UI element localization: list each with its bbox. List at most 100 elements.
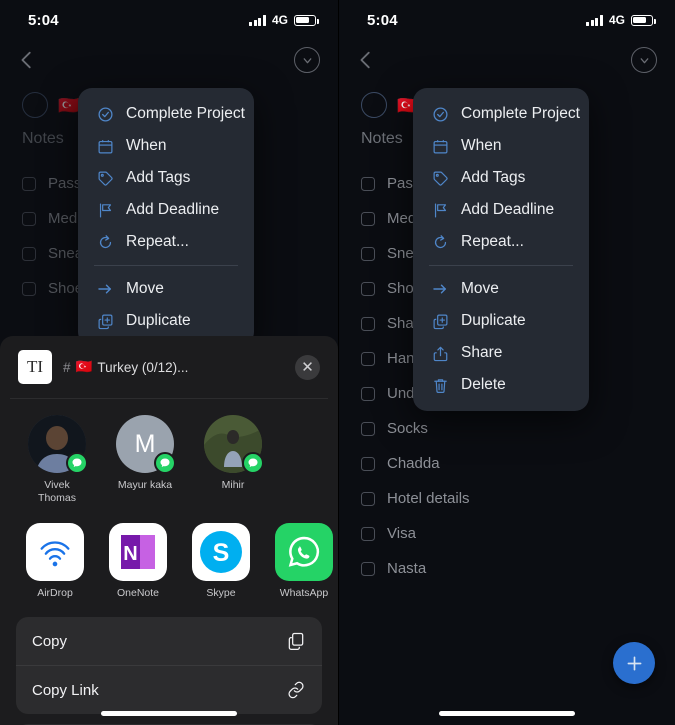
menu-item-label: Move bbox=[126, 280, 164, 297]
message-icon bbox=[242, 452, 264, 474]
menu-item-complete-project[interactable]: Complete Project bbox=[413, 98, 589, 130]
task-checkbox[interactable] bbox=[22, 211, 36, 226]
task-label: Socks bbox=[387, 420, 428, 437]
menu-item-add-deadline[interactable]: Add Deadline bbox=[413, 194, 589, 226]
menu-item-add-tags[interactable]: Add Tags bbox=[78, 162, 254, 194]
table-row[interactable]: Chadda bbox=[361, 446, 653, 481]
message-icon bbox=[66, 452, 88, 474]
flag-icon bbox=[431, 201, 449, 219]
task-checkbox[interactable] bbox=[361, 281, 375, 296]
task-checkbox[interactable] bbox=[361, 421, 375, 436]
app-item-airdrop[interactable]: AirDrop bbox=[26, 523, 84, 599]
table-row[interactable]: Hotel details bbox=[361, 481, 653, 516]
chevron-left-icon[interactable] bbox=[355, 49, 377, 71]
table-row[interactable]: Visa bbox=[361, 516, 653, 551]
onenote-icon: N bbox=[109, 523, 167, 582]
table-row[interactable]: Socks bbox=[361, 411, 653, 446]
action-copy[interactable]: Copy bbox=[16, 617, 322, 665]
menu-item-complete-project[interactable]: Complete Project bbox=[78, 98, 254, 130]
avatar-wrapper: M bbox=[116, 415, 176, 474]
menu-item-duplicate[interactable]: Duplicate bbox=[413, 305, 589, 337]
task-checkbox[interactable] bbox=[361, 211, 375, 226]
contact-name: Mayur kaka bbox=[117, 479, 173, 491]
task-label: Hotel details bbox=[387, 490, 470, 507]
task-checkbox[interactable] bbox=[361, 386, 375, 401]
svg-text:N: N bbox=[123, 543, 137, 565]
contact-item[interactable]: M Mayur kaka bbox=[114, 415, 176, 505]
check-circle-icon bbox=[96, 105, 114, 123]
avatar-wrapper bbox=[204, 415, 264, 474]
contact-item[interactable]: Vivek Thomas bbox=[26, 415, 88, 505]
copy-icon bbox=[288, 633, 304, 651]
menu-item-label: Complete Project bbox=[126, 105, 245, 122]
menu-item-move[interactable]: Move bbox=[78, 273, 254, 305]
arrow-right-icon bbox=[96, 280, 114, 298]
add-task-fab[interactable] bbox=[613, 642, 655, 684]
menu-item-when[interactable]: When bbox=[413, 130, 589, 162]
menu-item-label: Delete bbox=[461, 376, 506, 393]
close-icon[interactable]: ✕ bbox=[295, 354, 320, 380]
battery-icon bbox=[631, 14, 656, 26]
progress-ring-icon bbox=[361, 92, 387, 118]
menu-item-duplicate[interactable]: Duplicate bbox=[78, 305, 254, 337]
menu-item-delete[interactable]: Delete bbox=[413, 369, 589, 401]
chevron-down-circle-icon[interactable] bbox=[631, 47, 657, 73]
menu-item-repeat[interactable]: Repeat... bbox=[413, 226, 589, 258]
task-checkbox[interactable] bbox=[22, 176, 36, 191]
menu-item-label: Repeat... bbox=[126, 233, 189, 250]
task-checkbox[interactable] bbox=[22, 281, 36, 296]
country-flag-icon: 🇹🇷 bbox=[58, 95, 80, 115]
menu-item-move[interactable]: Move bbox=[413, 273, 589, 305]
status-time: 5:04 bbox=[367, 11, 398, 29]
menu-item-add-tags[interactable]: Add Tags bbox=[413, 162, 589, 194]
menu-item-label: Move bbox=[461, 280, 499, 297]
contact-name: Vivek Thomas bbox=[38, 479, 76, 505]
action-label: Copy Link bbox=[32, 681, 99, 699]
chevron-down-circle-icon[interactable] bbox=[294, 47, 320, 73]
menu-item-label: Add Deadline bbox=[461, 201, 555, 218]
task-checkbox[interactable] bbox=[361, 351, 375, 366]
calendar-icon bbox=[96, 137, 114, 155]
menu-item-repeat[interactable]: Repeat... bbox=[78, 226, 254, 258]
status-indicators: 4G bbox=[249, 13, 319, 27]
app-item-whatsapp[interactable]: WhatsApp bbox=[275, 523, 333, 599]
hash-symbol: # bbox=[63, 359, 71, 375]
menu-item-label: Complete Project bbox=[461, 105, 580, 122]
task-checkbox[interactable] bbox=[361, 491, 375, 506]
task-checkbox[interactable] bbox=[361, 176, 375, 191]
calendar-icon bbox=[431, 137, 449, 155]
menu-item-add-deadline[interactable]: Add Deadline bbox=[78, 194, 254, 226]
task-checkbox[interactable] bbox=[361, 246, 375, 261]
menu-item-label: Add Tags bbox=[461, 169, 526, 186]
task-checkbox[interactable] bbox=[361, 456, 375, 471]
app-label: OneNote bbox=[116, 587, 160, 600]
app-item-skype[interactable]: S Skype bbox=[192, 523, 250, 599]
task-checkbox[interactable] bbox=[22, 246, 36, 261]
task-checkbox[interactable] bbox=[361, 526, 375, 541]
chevron-left-icon[interactable] bbox=[16, 49, 38, 71]
status-time: 5:04 bbox=[28, 11, 59, 29]
status-bar-right: 5:04 4G bbox=[339, 0, 675, 40]
app-label: Skype bbox=[206, 587, 236, 600]
status-indicators: 4G bbox=[586, 13, 656, 27]
task-checkbox[interactable] bbox=[361, 316, 375, 331]
trash-icon bbox=[431, 376, 449, 394]
duplicate-icon bbox=[431, 312, 449, 330]
share-sheet-header: TI # 🇹🇷 Turkey (0/12)... ✕ bbox=[10, 336, 328, 399]
phone-screen-right: 5:04 4G 🇹🇷 Notes Passp Medic Sneak Shoe … bbox=[338, 0, 675, 725]
flag-icon bbox=[96, 201, 114, 219]
menu-item-when[interactable]: When bbox=[78, 130, 254, 162]
menu-item-label: Share bbox=[461, 344, 503, 361]
menu-separator bbox=[429, 265, 573, 266]
avatar-initial: M bbox=[134, 429, 156, 458]
task-checkbox[interactable] bbox=[361, 561, 375, 576]
table-row[interactable]: Nasta bbox=[361, 551, 653, 586]
action-copy-link[interactable]: Copy Link bbox=[16, 665, 322, 714]
share-item-title: # 🇹🇷 Turkey (0/12)... bbox=[63, 359, 284, 375]
menu-item-share[interactable]: Share bbox=[413, 337, 589, 369]
app-item-onenote[interactable]: N OneNote bbox=[109, 523, 167, 599]
task-label: Visa bbox=[387, 525, 416, 542]
menu-item-label: Add Tags bbox=[126, 169, 191, 186]
contact-item[interactable]: Mihir bbox=[202, 415, 264, 505]
network-type-label: 4G bbox=[271, 13, 288, 27]
